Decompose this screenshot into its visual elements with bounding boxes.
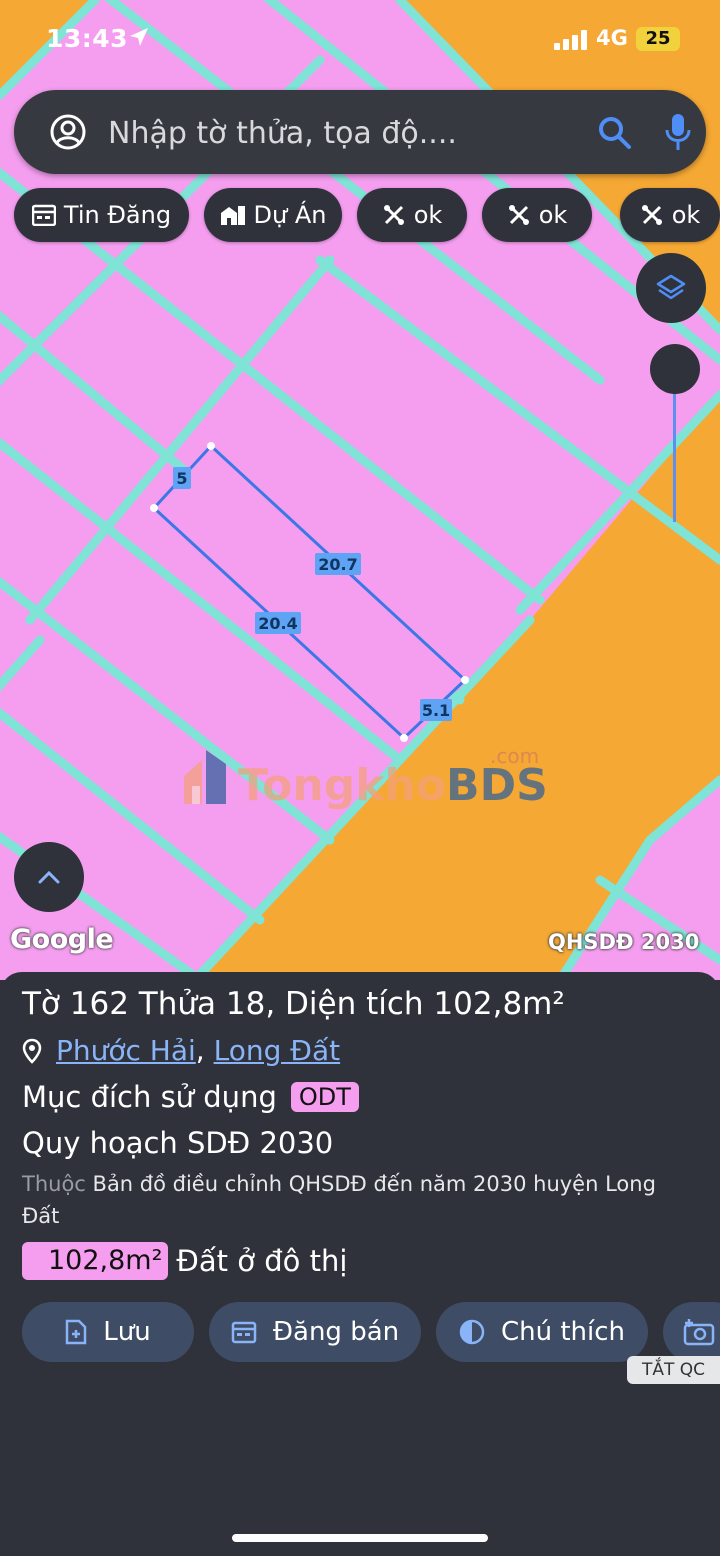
watermark-suffix: .com	[490, 744, 540, 768]
dimension-label-short-top: 5	[176, 469, 187, 488]
calendar-icon	[31, 204, 56, 226]
ward-link[interactable]: Phước Hải	[56, 1034, 196, 1067]
parcel-location: Phước Hải, Long Đất	[22, 1034, 340, 1067]
hide-ads-tag[interactable]: TẮT QC	[627, 1356, 720, 1384]
building-icon	[220, 206, 245, 225]
dimension-label-short-bottom: 5.1	[422, 701, 450, 720]
plan-title: Quy hoạch SDĐ 2030	[22, 1126, 334, 1160]
camera-button[interactable]	[663, 1302, 720, 1362]
post-sale-button[interactable]: Đăng bán	[209, 1302, 421, 1362]
opacity-slider-track[interactable]	[673, 392, 676, 522]
chevron-up-icon	[38, 870, 60, 884]
search-bar[interactable]	[14, 90, 706, 174]
tools-icon	[641, 205, 662, 225]
search-input[interactable]	[106, 108, 560, 158]
plan-source: Thuộc Bản đồ điều chỉnh QHSDĐ đến năm 20…	[22, 1168, 698, 1232]
parcel-info-panel: Tờ 162 Thửa 18, Diện tích 102,8m² Phước …	[0, 972, 720, 1556]
save-label: Lưu	[103, 1317, 151, 1347]
source-text: Bản đồ điều chỉnh QHSDĐ đến năm 2030 huy…	[22, 1172, 656, 1228]
chip-label: ok	[671, 201, 701, 229]
district-link[interactable]: Long Đất	[214, 1034, 341, 1067]
chip-tin-dang[interactable]: Tin Đăng	[14, 188, 189, 242]
account-icon[interactable]	[50, 114, 86, 150]
status-time: 13:43	[46, 24, 129, 53]
land-type: Đất ở đô thị	[176, 1244, 348, 1278]
battery-level: 25	[636, 27, 680, 51]
camera-add-icon	[683, 1319, 715, 1346]
plot-number: 18	[225, 986, 266, 1022]
map-layer-label: QHSDĐ 2030	[548, 930, 700, 954]
chip-ok-3[interactable]: ok	[620, 188, 720, 242]
watermark-logo: TongkhoBDS .com	[180, 742, 560, 812]
microphone-icon[interactable]	[664, 112, 692, 152]
location-arrow-icon	[130, 28, 148, 46]
purpose-label: Mục đích sử dụng	[22, 1080, 277, 1114]
legend-button[interactable]: Chú thích	[436, 1302, 648, 1362]
tools-icon	[383, 205, 404, 225]
chip-label: Tin Đăng	[63, 201, 172, 229]
contrast-icon	[459, 1319, 485, 1345]
home-indicator[interactable]	[232, 1534, 488, 1542]
google-logo: Google	[10, 924, 114, 955]
layers-icon	[656, 274, 686, 300]
land-area-row: 102,8m² Đất ở đô thị	[22, 1242, 347, 1280]
tools-icon	[508, 205, 529, 225]
post-sale-label: Đăng bán	[272, 1317, 400, 1347]
file-add-icon	[66, 1319, 87, 1345]
calendar-icon	[231, 1321, 257, 1344]
area-prefix: , Diện tích	[265, 986, 424, 1022]
dimension-label-long-top: 20.7	[318, 555, 357, 574]
sheet-number: 162	[69, 986, 129, 1022]
chip-ok-2[interactable]: ok	[482, 188, 592, 242]
purpose-code-badge: ODT	[290, 1082, 359, 1112]
location-pin-icon	[22, 1038, 42, 1064]
plot-prefix: Thửa	[138, 986, 217, 1022]
watermark-house-icon	[184, 750, 226, 804]
status-bar: 13:43 4G 25	[0, 24, 720, 60]
search-icon[interactable]	[598, 116, 632, 150]
chip-ok-1[interactable]: ok	[357, 188, 467, 242]
area-badge: 102,8m²	[22, 1242, 169, 1280]
chip-label: ok	[538, 201, 568, 229]
save-button[interactable]: Lưu	[22, 1302, 194, 1362]
action-buttons: Lưu Đăng bán Chú thích	[22, 1302, 720, 1362]
expand-panel-button[interactable]	[14, 842, 84, 912]
chip-du-an[interactable]: Dự Án	[204, 188, 342, 242]
legend-label: Chú thích	[500, 1317, 626, 1347]
network-type: 4G	[596, 26, 628, 50]
land-purpose: Mục đích sử dụng ODT	[22, 1080, 359, 1114]
opacity-slider-handle[interactable]	[650, 344, 700, 394]
signal-icon	[554, 30, 587, 50]
layers-button[interactable]	[636, 253, 706, 323]
source-prefix: Thuộc	[22, 1172, 86, 1196]
chip-label: ok	[413, 201, 443, 229]
title-prefix: Tờ	[22, 986, 60, 1022]
area-value: 102,8m²	[433, 986, 565, 1022]
filter-chips: Tin Đăng Dự Án ok ok ok	[14, 188, 720, 244]
chip-label: Dự Án	[253, 201, 327, 229]
parcel-title: Tờ 162 Thửa 18, Diện tích 102,8m²	[22, 986, 565, 1022]
dimension-label-long-bottom: 20.4	[258, 614, 297, 633]
